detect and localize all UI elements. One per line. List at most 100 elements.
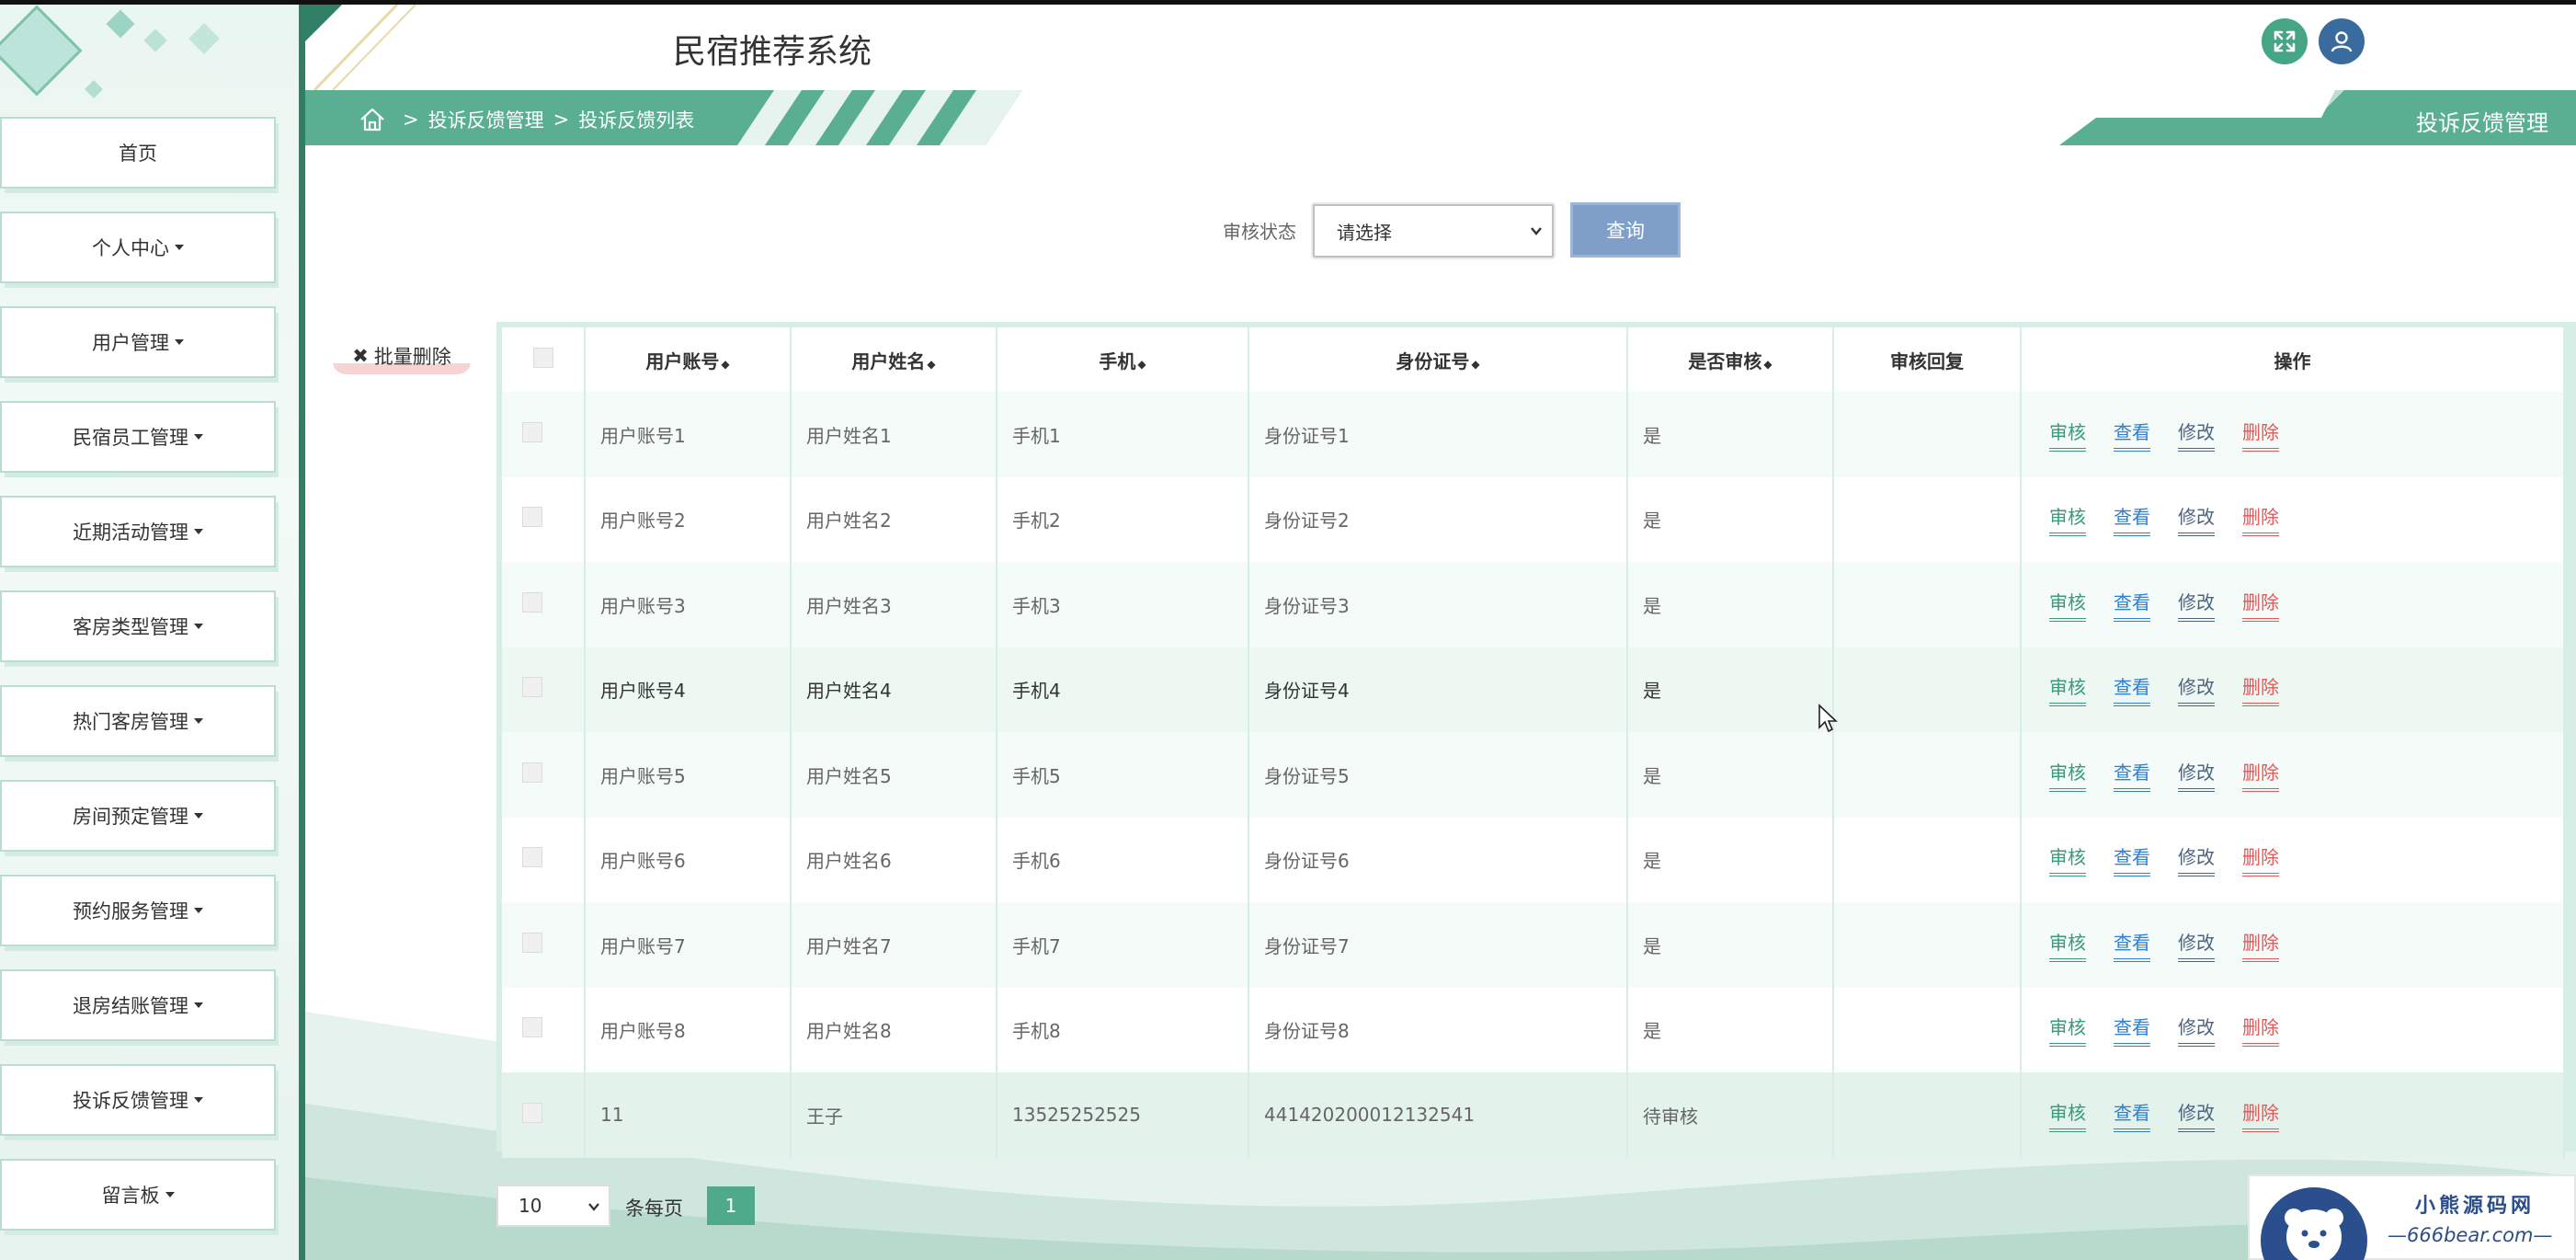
- caret-down-icon: [194, 1002, 203, 1008]
- caret-down-icon: [194, 813, 203, 819]
- user-avatar-button[interactable]: [2319, 18, 2365, 64]
- view-button[interactable]: 查看: [2114, 928, 2150, 962]
- sidebar-item[interactable]: 投诉反馈管理: [0, 1064, 276, 1136]
- audit-button[interactable]: 审核: [2049, 928, 2086, 962]
- cell-reply: [1833, 562, 2022, 647]
- page-size-value: 10: [519, 1195, 542, 1217]
- query-button[interactable]: 查询: [1570, 202, 1681, 258]
- delete-button[interactable]: 删除: [2242, 588, 2279, 622]
- page-size-select[interactable]: 10: [496, 1185, 610, 1227]
- edit-button[interactable]: 修改: [2178, 758, 2215, 792]
- audit-button[interactable]: 审核: [2049, 1098, 2086, 1132]
- audit-button[interactable]: 审核: [2049, 672, 2086, 707]
- delete-button[interactable]: 删除: [2242, 758, 2279, 792]
- edit-button[interactable]: 修改: [2178, 1098, 2215, 1132]
- view-button[interactable]: 查看: [2114, 672, 2150, 707]
- sidebar-item[interactable]: 退房结账管理: [0, 969, 276, 1041]
- review-status-select[interactable]: 请选择: [1311, 202, 1556, 259]
- sidebar-item[interactable]: 民宿员工管理: [0, 401, 276, 473]
- column-header-name[interactable]: 用户姓名 ◆: [791, 327, 997, 392]
- row-checkbox[interactable]: [522, 421, 542, 442]
- chevron-down-icon: [1531, 227, 1542, 235]
- view-button[interactable]: 查看: [2114, 502, 2150, 537]
- delete-button[interactable]: 删除: [2242, 842, 2279, 877]
- page-number-button[interactable]: 1: [707, 1186, 755, 1225]
- delete-button[interactable]: 删除: [2242, 672, 2279, 707]
- breadcrumb-level1[interactable]: 投诉反馈管理: [428, 106, 544, 133]
- audit-button[interactable]: 审核: [2049, 418, 2086, 452]
- view-button[interactable]: 查看: [2114, 1098, 2150, 1132]
- audit-button[interactable]: 审核: [2049, 842, 2086, 877]
- sidebar-item-label: 近期活动管理: [73, 521, 188, 544]
- edit-button[interactable]: 修改: [2178, 502, 2215, 537]
- sidebar-item[interactable]: 个人中心: [0, 212, 276, 283]
- audit-button[interactable]: 审核: [2049, 758, 2086, 792]
- cell-reply: [1833, 732, 2022, 818]
- cell-idcard: 441420200012132541: [1248, 1072, 1628, 1158]
- home-icon[interactable]: [359, 107, 386, 132]
- delete-button[interactable]: 删除: [2242, 1013, 2279, 1048]
- cell-idcard: 身份证号8: [1248, 987, 1628, 1072]
- sidebar-item[interactable]: 房间预定管理: [0, 780, 276, 852]
- view-button[interactable]: 查看: [2114, 842, 2150, 877]
- caret-down-icon: [194, 908, 203, 913]
- view-button[interactable]: 查看: [2114, 418, 2150, 452]
- audit-button[interactable]: 审核: [2049, 588, 2086, 622]
- edit-button[interactable]: 修改: [2178, 672, 2215, 707]
- cell-reply: [1833, 987, 2022, 1072]
- audit-button[interactable]: 审核: [2049, 1013, 2086, 1048]
- edit-button[interactable]: 修改: [2178, 928, 2215, 962]
- delete-button[interactable]: 删除: [2242, 1098, 2279, 1132]
- cell-name: 用户姓名6: [791, 817, 997, 902]
- row-checkbox[interactable]: [522, 677, 542, 698]
- section-title: 投诉反馈管理: [2416, 110, 2548, 136]
- sidebar-item[interactable]: 首页: [0, 117, 276, 189]
- breadcrumb-level2: 投诉反馈列表: [578, 109, 695, 132]
- cell-name: 用户姓名1: [791, 392, 997, 477]
- sidebar-item-label: 房间预定管理: [73, 806, 188, 828]
- column-header-phone[interactable]: 手机 ◆: [997, 327, 1249, 392]
- view-button[interactable]: 查看: [2114, 758, 2150, 792]
- row-checkbox[interactable]: [522, 932, 542, 953]
- view-button[interactable]: 查看: [2114, 1013, 2150, 1048]
- table-row: 用户账号4 用户姓名4 手机4 身份证号4 是 审核 查看 修改 删除: [502, 647, 2565, 732]
- sidebar-item[interactable]: 近期活动管理: [0, 496, 276, 567]
- delete-button[interactable]: 删除: [2242, 502, 2279, 537]
- edit-button[interactable]: 修改: [2178, 1013, 2215, 1048]
- row-checkbox[interactable]: [522, 847, 542, 868]
- row-select-cell: [502, 562, 586, 647]
- cell-idcard: 身份证号1: [1248, 392, 1628, 477]
- sidebar-item[interactable]: 留言板: [0, 1159, 276, 1231]
- sidebar-item[interactable]: 预约服务管理: [0, 875, 276, 946]
- column-header-account[interactable]: 用户账号 ◆: [585, 327, 792, 392]
- breadcrumb-separator: >: [403, 109, 419, 131]
- fullscreen-button[interactable]: [2262, 18, 2308, 64]
- sort-icon: ◆: [721, 357, 730, 371]
- row-checkbox[interactable]: [522, 762, 542, 783]
- delete-button[interactable]: 删除: [2242, 418, 2279, 452]
- view-button[interactable]: 查看: [2114, 588, 2150, 622]
- edit-button[interactable]: 修改: [2178, 842, 2215, 877]
- audit-button[interactable]: 审核: [2049, 502, 2086, 537]
- cell-actions: 审核 查看 修改 删除: [2021, 902, 2565, 988]
- cell-account: 用户账号7: [585, 902, 792, 988]
- select-all-checkbox[interactable]: [532, 347, 553, 368]
- column-header-reviewed[interactable]: 是否审核 ◆: [1627, 327, 1834, 392]
- column-header-idcard[interactable]: 身份证号 ◆: [1248, 327, 1628, 392]
- row-checkbox[interactable]: [522, 1102, 542, 1123]
- batch-delete-button[interactable]: ✖ 批量删除: [333, 338, 471, 374]
- sidebar-item[interactable]: 热门客房管理: [0, 685, 276, 757]
- row-checkbox[interactable]: [522, 1017, 542, 1038]
- delete-button[interactable]: 删除: [2242, 928, 2279, 962]
- sidebar-item[interactable]: 客房类型管理: [0, 590, 276, 662]
- row-select-cell: [502, 392, 586, 477]
- edit-button[interactable]: 修改: [2178, 588, 2215, 622]
- row-checkbox[interactable]: [522, 591, 542, 613]
- cell-actions: 审核 查看 修改 删除: [2021, 392, 2565, 477]
- cell-phone: 手机2: [997, 476, 1249, 562]
- edit-button[interactable]: 修改: [2178, 418, 2215, 452]
- cell-reply: [1833, 902, 2022, 988]
- row-checkbox[interactable]: [522, 507, 542, 528]
- sidebar-item[interactable]: 用户管理: [0, 306, 276, 378]
- watermark-logo: 小熊源码网 —666bear.com—: [2248, 1174, 2576, 1260]
